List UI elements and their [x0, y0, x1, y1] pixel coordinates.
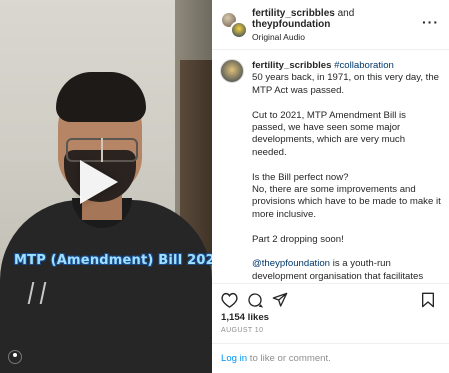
heart-icon[interactable] [221, 292, 238, 313]
avatar-stack[interactable] [220, 11, 248, 39]
bookmark-icon[interactable] [421, 292, 435, 313]
caption-area[interactable]: fertility_scribbles #collaboration 50 ye… [212, 51, 449, 281]
comment-icon[interactable] [247, 292, 264, 313]
share-icon[interactable] [272, 292, 288, 313]
video-player[interactable]: MTP (Amendment) Bill 2021 [0, 0, 212, 373]
hashtag-link[interactable]: #collaboration [334, 60, 394, 71]
more-icon[interactable]: ··· [422, 14, 439, 30]
caption-paragraph: No, there are some improvements and prov… [252, 184, 441, 220]
login-prompt: Log in to like or comment. [221, 353, 331, 364]
login-footer: Log in to like or comment. [212, 343, 449, 373]
post-date: AUGUST 10 [221, 327, 264, 334]
author-link[interactable]: fertility_scribbles [252, 8, 335, 19]
avatar[interactable] [220, 59, 244, 83]
action-bar [212, 283, 449, 313]
caption-paragraph: Part 2 dropping soon! [252, 233, 344, 245]
header-authors: fertility_scribbles and theypfoundation [252, 8, 354, 30]
glasses [66, 138, 138, 162]
caption-username[interactable]: fertility_scribbles [252, 60, 331, 71]
tagged-user-icon[interactable] [8, 350, 22, 364]
login-prompt-text: to like or comment. [247, 353, 331, 364]
caption-text: fertility_scribbles #collaboration 50 ye… [252, 60, 442, 281]
audio-label[interactable]: Original Audio [252, 32, 305, 42]
post-header: fertility_scribbles and theypfoundation … [212, 0, 449, 50]
caption-paragraph: Cut to 2021, MTP Amendment Bill is passe… [252, 109, 406, 158]
author-joiner: and [334, 8, 355, 19]
post-panel: fertility_scribbles and theypfoundation … [212, 0, 449, 373]
mention-link[interactable]: @theypfoundation [252, 258, 330, 269]
likes-count[interactable]: 1,154 likes [221, 312, 269, 323]
login-link[interactable]: Log in [221, 353, 247, 364]
caption-paragraph: Is the Bill perfect now? [252, 171, 349, 183]
caption-paragraph: 50 years back, in 1971, on this very day… [252, 72, 440, 96]
avatar[interactable] [230, 21, 248, 39]
person-hair [56, 72, 146, 122]
play-icon[interactable] [80, 160, 118, 204]
video-overlay-title: MTP (Amendment) Bill 2021 [14, 253, 212, 268]
author-link[interactable]: theypfoundation [252, 19, 330, 30]
